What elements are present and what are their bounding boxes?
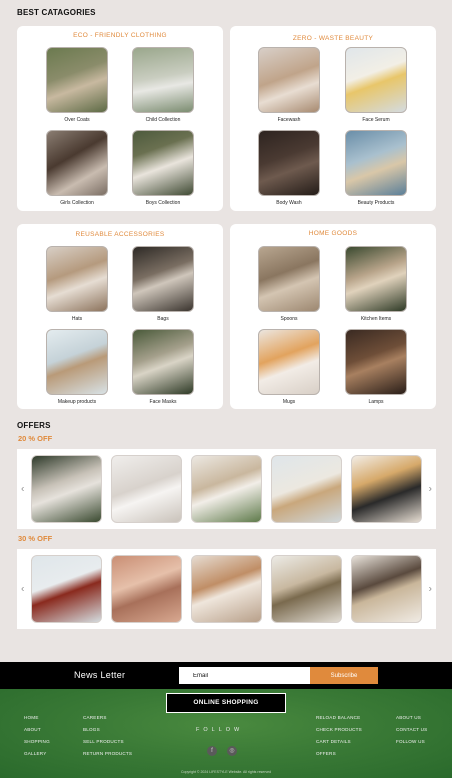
instagram-icon[interactable]: ◎	[227, 746, 237, 756]
footer-link-return-products[interactable]: RETURN PRODUCTS	[83, 751, 132, 756]
card-title: ECO - FRIENDLY CLOTHING	[73, 32, 167, 39]
product-label[interactable]: Girls Collection	[37, 200, 117, 206]
product-label[interactable]: Child Collection	[123, 117, 203, 123]
offer-carousel-30: ‹ ›	[17, 549, 436, 629]
footer-link-cart-details[interactable]: CART DETAILS	[316, 739, 362, 744]
offer-item[interactable]	[191, 555, 262, 623]
footer-link-home[interactable]: HOME	[24, 715, 50, 720]
product-image-face-serum[interactable]	[345, 47, 407, 113]
footer-links-col-3: RELOAD BALANCE CHECK PRODUCTS CART DETAI…	[316, 715, 362, 763]
product-label[interactable]: Boys Collection	[123, 200, 203, 206]
product-image-body-wash[interactable]	[258, 130, 320, 196]
facebook-icon[interactable]: f	[207, 746, 217, 756]
subscribe-button[interactable]: Subscribe	[310, 667, 378, 684]
product-image-makeup-products[interactable]	[46, 329, 108, 395]
newsletter-title: News Letter	[74, 670, 126, 680]
product-image-kitchen-items[interactable]	[345, 246, 407, 312]
product-image-beauty-products[interactable]	[345, 130, 407, 196]
footer-link-sell-products[interactable]: SELL PRODUCTS	[83, 739, 132, 744]
follow-label: FOLLOW	[196, 727, 244, 733]
offer-item[interactable]	[111, 555, 182, 623]
product-image-boys-collection[interactable]	[132, 130, 194, 196]
product-image-girls-collection[interactable]	[46, 130, 108, 196]
offer-item[interactable]	[31, 455, 102, 523]
footer: ONLINE SHOPPING HOME ABOUT SHOPPING GALL…	[0, 689, 452, 778]
product-image-facewash[interactable]	[258, 47, 320, 113]
footer-link-shopping[interactable]: SHOPPING	[24, 739, 50, 744]
product-label[interactable]: Kitchen Items	[336, 316, 416, 322]
product-image-lamps[interactable]	[345, 329, 407, 395]
product-label[interactable]: Hats	[37, 316, 117, 322]
product-image-over-coats[interactable]	[46, 47, 108, 113]
offer-carousel-20: ‹ ›	[17, 449, 436, 529]
footer-links-col-1: HOME ABOUT SHOPPING GALLERY	[24, 715, 50, 763]
category-card-zero-waste-beauty: ZERO - WASTE BEAUTY Facewash Face Serum …	[230, 26, 436, 211]
footer-link-contact-us[interactable]: CONTACT US	[396, 727, 427, 732]
chevron-left-icon[interactable]: ‹	[21, 484, 24, 495]
offer-item[interactable]	[351, 555, 422, 623]
offers-title: OFFERS	[17, 421, 51, 430]
product-label[interactable]: Makeup products	[37, 399, 117, 405]
offer-item[interactable]	[271, 455, 342, 523]
footer-link-check-products[interactable]: CHECK PRODUCTS	[316, 727, 362, 732]
online-shopping-button[interactable]: ONLINE SHOPPING	[166, 693, 286, 713]
offer-item[interactable]	[191, 455, 262, 523]
offer-item[interactable]	[351, 455, 422, 523]
product-label[interactable]: Face Serum	[336, 117, 416, 123]
product-image-hats[interactable]	[46, 246, 108, 312]
product-image-bags[interactable]	[132, 246, 194, 312]
footer-link-follow-us[interactable]: FOLLOW US	[396, 739, 427, 744]
footer-link-about-us[interactable]: ABOUT US	[396, 715, 427, 720]
card-title: ZERO - WASTE BEAUTY	[292, 35, 374, 42]
product-label[interactable]: Lamps	[336, 399, 416, 405]
footer-links-col-2: CAREERS BLOGS SELL PRODUCTS RETURN PRODU…	[83, 715, 132, 763]
card-title: HOME GOODS	[308, 230, 358, 237]
product-label[interactable]: Beauty Products	[336, 200, 416, 206]
copyright-text: Copyright © 2024 LIFESTYLE Website. All …	[180, 770, 272, 774]
footer-link-careers[interactable]: CAREERS	[83, 715, 132, 720]
product-image-child-collection[interactable]	[132, 47, 194, 113]
chevron-left-icon[interactable]: ‹	[21, 584, 24, 595]
offer-label-30: 30 % OFF	[18, 534, 53, 543]
footer-link-about[interactable]: ABOUT	[24, 727, 50, 732]
email-input[interactable]	[179, 667, 310, 684]
category-card-eco-clothing: ECO - FRIENDLY CLOTHING Over Coats Child…	[17, 26, 223, 211]
category-card-reusable-accessories: REUSABLE ACCESSORIES Hats Bags Makeup pr…	[17, 224, 223, 409]
product-image-mugs[interactable]	[258, 329, 320, 395]
product-label[interactable]: Over Coats	[37, 117, 117, 123]
offer-item[interactable]	[31, 555, 102, 623]
product-label[interactable]: Spoons	[249, 316, 329, 322]
footer-link-offers[interactable]: OFFERS	[316, 751, 362, 756]
best-categories-title: BEST CATAGORIES	[17, 8, 96, 17]
chevron-right-icon[interactable]: ›	[429, 584, 432, 595]
product-label[interactable]: Body Wash	[249, 200, 329, 206]
category-card-home-goods: HOME GOODS Spoons Kitchen Items Mugs Lam…	[230, 224, 436, 409]
card-title: REUSABLE ACCESSORIES	[75, 231, 165, 238]
product-label[interactable]: Facewash	[249, 117, 329, 123]
product-label[interactable]: Bags	[123, 316, 203, 322]
footer-link-reload-balance[interactable]: RELOAD BALANCE	[316, 715, 362, 720]
product-label[interactable]: Mugs	[249, 399, 329, 405]
product-image-spoons[interactable]	[258, 246, 320, 312]
offer-item[interactable]	[111, 455, 182, 523]
footer-link-blogs[interactable]: BLOGS	[83, 727, 132, 732]
footer-links-col-4: ABOUT US CONTACT US FOLLOW US	[396, 715, 427, 751]
offer-item[interactable]	[271, 555, 342, 623]
offer-label-20: 20 % OFF	[18, 434, 53, 443]
chevron-right-icon[interactable]: ›	[429, 484, 432, 495]
footer-link-gallery[interactable]: GALLERY	[24, 751, 50, 756]
product-label[interactable]: Face Masks	[123, 399, 203, 405]
product-image-face-masks[interactable]	[132, 329, 194, 395]
